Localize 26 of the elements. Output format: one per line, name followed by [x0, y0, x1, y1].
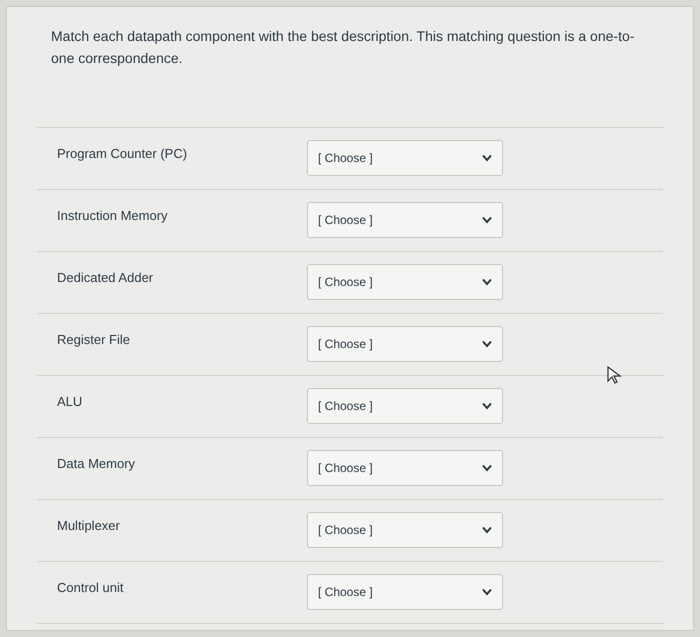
choose-dropdown[interactable]: [ Choose ]	[307, 264, 503, 300]
chevron-down-icon	[482, 526, 492, 534]
chevron-down-icon	[482, 154, 492, 162]
match-label: Multiplexer	[57, 517, 121, 535]
choose-dropdown[interactable]: [ Choose ]	[307, 202, 503, 238]
match-label: Control unit	[57, 579, 124, 597]
choose-dropdown[interactable]: [ Choose ]	[307, 140, 503, 176]
chevron-down-icon	[482, 340, 492, 348]
match-label: ALU	[57, 393, 84, 411]
choose-dropdown[interactable]: [ Choose ]	[307, 326, 503, 362]
choose-dropdown[interactable]: [ Choose ]	[307, 450, 503, 486]
chevron-down-icon	[482, 588, 492, 596]
chevron-down-icon	[482, 278, 492, 286]
mouse-cursor-icon	[606, 366, 622, 384]
chevron-down-icon	[482, 216, 492, 224]
choose-dropdown[interactable]: [ Choose ]	[307, 512, 503, 548]
chevron-down-icon	[482, 402, 492, 410]
choose-dropdown[interactable]: [ Choose ]	[307, 388, 503, 424]
choose-dropdown[interactable]: [ Choose ]	[307, 574, 503, 610]
match-label: Instruction Memory	[57, 207, 169, 225]
match-label: Dedicated Adder	[57, 269, 154, 287]
match-label: Register File	[57, 331, 131, 349]
chevron-down-icon	[482, 464, 492, 472]
match-label: Program Counter (PC)	[57, 145, 188, 163]
match-label: Data Memory	[57, 455, 136, 473]
question-text: Match each datapath component with the best description. This matching question is a one-to-one correspondence.	[50, 27, 636, 68]
